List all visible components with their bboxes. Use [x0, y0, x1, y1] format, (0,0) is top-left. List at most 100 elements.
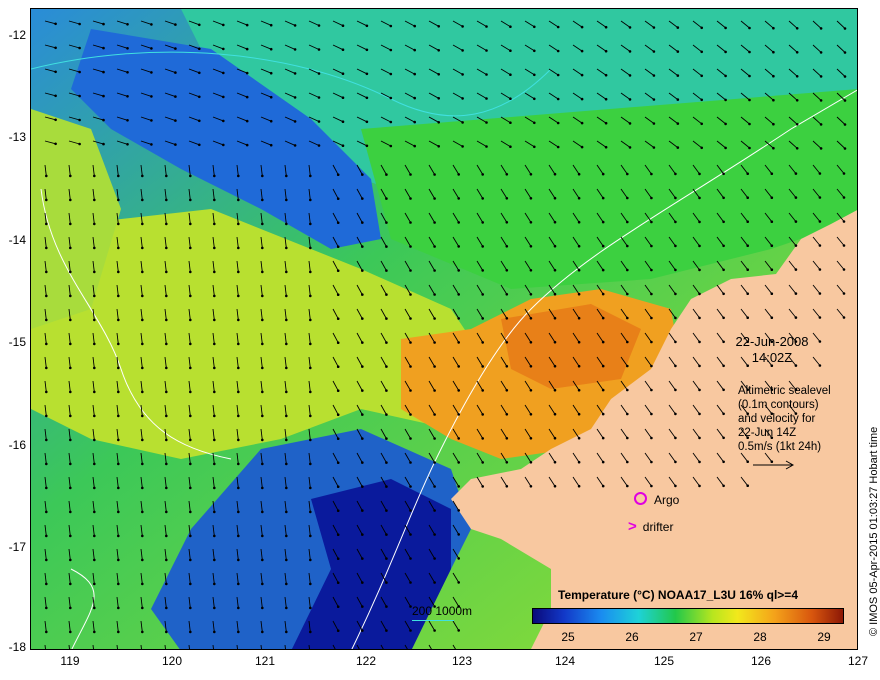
velocity-arrowhead [237, 462, 240, 466]
velocity-arrowhead [336, 293, 340, 297]
velocity-arrowhead [577, 244, 581, 248]
velocity-arrowhead [437, 49, 441, 52]
velocity-arrowhead [261, 222, 264, 226]
velocity-arrowhead [676, 98, 680, 101]
velocity-arrowhead [652, 122, 656, 125]
velocity-arrowhead [69, 174, 72, 178]
velocity-arrowhead [213, 606, 216, 610]
velocity-arrowhead [165, 246, 168, 250]
velocity-arrowhead [385, 533, 388, 536]
velocity-arrowhead [45, 366, 48, 370]
velocity-arrowhead [650, 436, 653, 440]
velocity-arrowhead [189, 606, 192, 610]
velocity-arrowhead [577, 268, 581, 272]
velocity-arrowhead [365, 72, 369, 76]
velocity-arrowhead [385, 245, 388, 248]
velocity-arrowhead [389, 24, 393, 28]
velocity-arrowhead [650, 292, 653, 296]
velocity-arrowhead [724, 26, 727, 30]
velocity-arrowhead [117, 198, 120, 202]
velocity-arrowhead [69, 342, 72, 346]
velocity-arrowhead [698, 388, 701, 392]
velocity-arrowhead [189, 198, 192, 202]
velocity-arrowhead [529, 221, 533, 224]
velocity-arrowhead [724, 122, 727, 126]
velocity-arrowhead [293, 72, 297, 75]
lat-tick: -16 [8, 438, 26, 452]
velocity-arrowhead [650, 412, 653, 416]
velocity-arrowhead [529, 485, 533, 488]
velocity-arrowhead [481, 317, 485, 320]
velocity-arrowhead [843, 147, 847, 150]
velocity-arrowhead [604, 97, 608, 101]
velocity-arrowhead [189, 366, 192, 370]
velocity-arrowhead [698, 292, 701, 296]
velocity-arrowhead [336, 557, 340, 560]
velocity-arrowhead [189, 294, 192, 298]
velocity-arrowhead [413, 96, 417, 100]
velocity-arrowhead [213, 222, 216, 226]
velocity-arrowhead [141, 486, 144, 490]
velocity-arrowhead [69, 246, 72, 250]
velocity-arrowhead [150, 143, 153, 146]
velocity-arrowhead [141, 582, 144, 586]
velocity-arrowhead [626, 460, 629, 464]
velocity-arrowhead [117, 390, 120, 394]
velocity-arrowhead [529, 269, 533, 272]
velocity-arrowhead [165, 486, 168, 490]
velocity-arrowhead [141, 462, 144, 466]
lat-tick: -14 [8, 233, 26, 247]
velocity-arrowhead [722, 388, 725, 392]
velocity-arrowhead [770, 244, 774, 247]
velocity-arrowhead [117, 486, 120, 490]
velocity-arrowhead [93, 510, 96, 514]
velocity-arrowhead [93, 630, 96, 634]
velocity-arrowhead [794, 220, 798, 223]
velocity-arrowhead [481, 341, 485, 344]
velocity-arrowhead [69, 582, 72, 586]
velocity-arrowhead [433, 557, 436, 560]
velocity-arrowhead [628, 50, 632, 53]
altimetry-line: Altimetric sealevel [738, 385, 831, 397]
velocity-arrowhead [722, 244, 725, 248]
velocity-arrowhead [69, 438, 72, 442]
velocity-arrowhead [237, 390, 240, 394]
velocity-arrowhead [237, 630, 240, 634]
velocity-arrowhead [604, 121, 608, 125]
lat-tick: -13 [8, 130, 26, 144]
velocity-arrowhead [509, 25, 512, 29]
velocity-arrowhead [650, 172, 653, 176]
velocity-arrowhead [54, 142, 57, 146]
velocity-arrowhead [93, 174, 96, 178]
velocity-arrowhead [189, 582, 192, 586]
velocity-arrowhead [285, 366, 288, 370]
velocity-arrowhead [409, 533, 412, 536]
velocity-arrowhead [409, 245, 412, 248]
velocity-arrowhead [93, 270, 96, 274]
velocity-arrowhead [389, 120, 393, 124]
velocity-arrowhead [628, 98, 632, 101]
velocity-arrowhead [102, 94, 105, 98]
velocity-arrowhead [213, 438, 216, 442]
velocity-arrowhead [626, 388, 629, 392]
velocity-arrowhead [361, 605, 364, 608]
velocity-arrowhead [150, 23, 153, 26]
velocity-arrowhead [336, 605, 340, 608]
velocity-arrowhead [141, 438, 144, 442]
velocity-arrowhead [165, 438, 168, 442]
velocity-arrowhead [409, 461, 412, 464]
velocity-arrowhead [481, 389, 485, 392]
velocity-arrowhead [261, 558, 264, 562]
velocity-arrowhead [78, 46, 81, 50]
velocity-arrowhead [213, 534, 216, 538]
velocity-arrowhead [93, 222, 96, 226]
velocity-arrowhead [604, 49, 608, 53]
velocity-arrowhead [604, 73, 608, 77]
velocity-arrowhead [650, 460, 653, 464]
velocity-arrowhead [770, 196, 774, 199]
velocity-arrowhead [189, 486, 192, 490]
velocity-arrowhead [361, 629, 364, 632]
velocity-arrowhead [237, 366, 240, 370]
velocity-arrowhead [772, 50, 775, 54]
velocity-arrowhead [746, 196, 749, 199]
